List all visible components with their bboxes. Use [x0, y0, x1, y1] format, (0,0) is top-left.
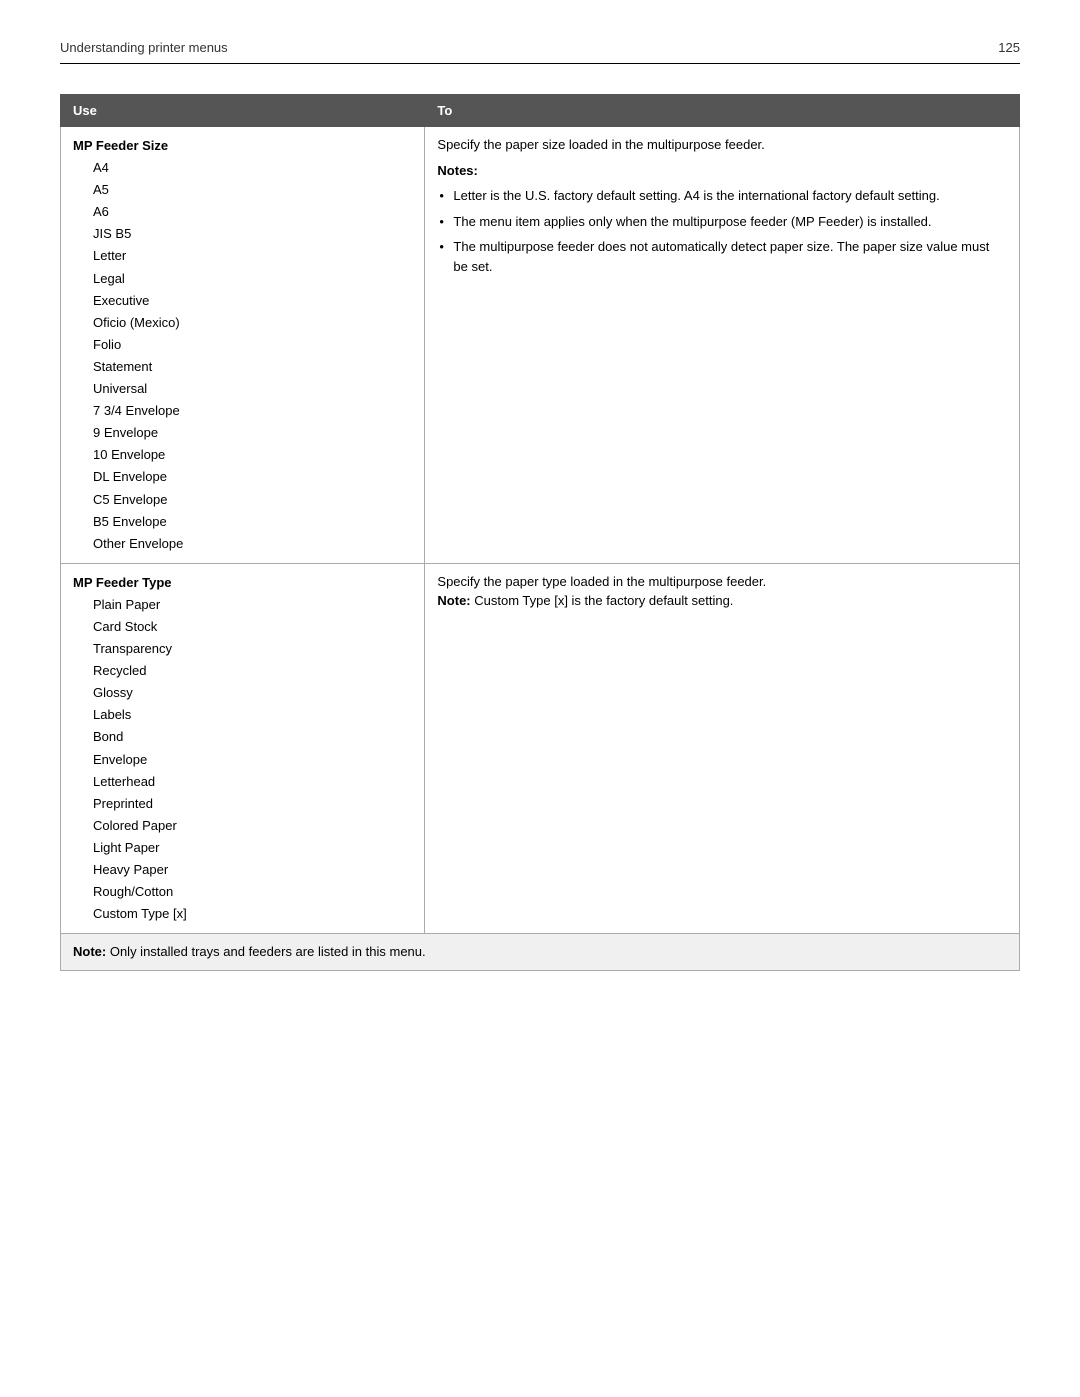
table-row: MP Feeder SizeA4A5A6JIS B5LetterLegalExe…: [61, 127, 1020, 564]
use-item: Card Stock: [73, 616, 412, 638]
use-item: Preprinted: [73, 793, 412, 815]
use-item: Other Envelope: [73, 533, 412, 555]
use-item: Recycled: [73, 660, 412, 682]
use-item: Envelope: [73, 749, 412, 771]
footer-note-text: Only installed trays and feeders are lis…: [110, 944, 426, 959]
use-item: 9 Envelope: [73, 422, 412, 444]
note-label: Note:: [437, 593, 474, 608]
bullet-item: Letter is the U.S. factory default setti…: [437, 186, 1007, 206]
use-heading-mp-feeder-type: MP Feeder Type: [73, 572, 412, 594]
use-cell-mp-feeder-size: MP Feeder SizeA4A5A6JIS B5LetterLegalExe…: [61, 127, 425, 564]
use-item: Letter: [73, 245, 412, 267]
use-item: Heavy Paper: [73, 859, 412, 881]
col-use-header: Use: [61, 95, 425, 127]
table-row: MP Feeder TypePlain PaperCard StockTrans…: [61, 563, 1020, 934]
note-text: Note: Custom Type [x] is the factory def…: [437, 591, 1007, 611]
to-text: Specify the paper size loaded in the mul…: [437, 135, 1007, 155]
use-heading-mp-feeder-size: MP Feeder Size: [73, 135, 412, 157]
use-item: Letterhead: [73, 771, 412, 793]
to-cell-mp-feeder-type: Specify the paper type loaded in the mul…: [425, 563, 1020, 934]
use-item: Transparency: [73, 638, 412, 660]
use-item: Labels: [73, 704, 412, 726]
use-item: JIS B5: [73, 223, 412, 245]
use-item: Colored Paper: [73, 815, 412, 837]
use-item: Oficio (Mexico): [73, 312, 412, 334]
use-item: 7 3/4 Envelope: [73, 400, 412, 422]
use-cell-mp-feeder-type: MP Feeder TypePlain PaperCard StockTrans…: [61, 563, 425, 934]
bullet-list: Letter is the U.S. factory default setti…: [437, 186, 1007, 276]
bullet-item: The menu item applies only when the mult…: [437, 212, 1007, 232]
note-value: Custom Type [x] is the factory default s…: [474, 593, 733, 608]
page-number: 125: [998, 40, 1020, 55]
footer-note-label: Note:: [73, 944, 110, 959]
use-item: Folio: [73, 334, 412, 356]
use-item: Glossy: [73, 682, 412, 704]
use-item: 10 Envelope: [73, 444, 412, 466]
use-item: Bond: [73, 726, 412, 748]
use-item: A6: [73, 201, 412, 223]
page-header-title: Understanding printer menus: [60, 40, 228, 55]
use-item: Rough/Cotton: [73, 881, 412, 903]
use-item: Plain Paper: [73, 594, 412, 616]
use-item: Custom Type [x]: [73, 903, 412, 925]
use-item: Legal: [73, 268, 412, 290]
to-cell-mp-feeder-size: Specify the paper size loaded in the mul…: [425, 127, 1020, 564]
use-item: Statement: [73, 356, 412, 378]
use-item: A4: [73, 157, 412, 179]
to-text: Specify the paper type loaded in the mul…: [437, 572, 1007, 592]
notes-label: Notes:: [437, 161, 1007, 181]
page-header: Understanding printer menus 125: [60, 40, 1020, 64]
use-item: Executive: [73, 290, 412, 312]
use-item: DL Envelope: [73, 466, 412, 488]
use-item: A5: [73, 179, 412, 201]
main-table: Use To MP Feeder SizeA4A5A6JIS B5LetterL…: [60, 94, 1020, 971]
use-item: B5 Envelope: [73, 511, 412, 533]
use-item: Universal: [73, 378, 412, 400]
use-item: C5 Envelope: [73, 489, 412, 511]
bullet-item: The multipurpose feeder does not automat…: [437, 237, 1007, 276]
footer-note: Note: Only installed trays and feeders a…: [61, 934, 1020, 971]
table-header-row: Use To: [61, 95, 1020, 127]
use-item: Light Paper: [73, 837, 412, 859]
col-to-header: To: [425, 95, 1020, 127]
footer-row: Note: Only installed trays and feeders a…: [61, 934, 1020, 971]
